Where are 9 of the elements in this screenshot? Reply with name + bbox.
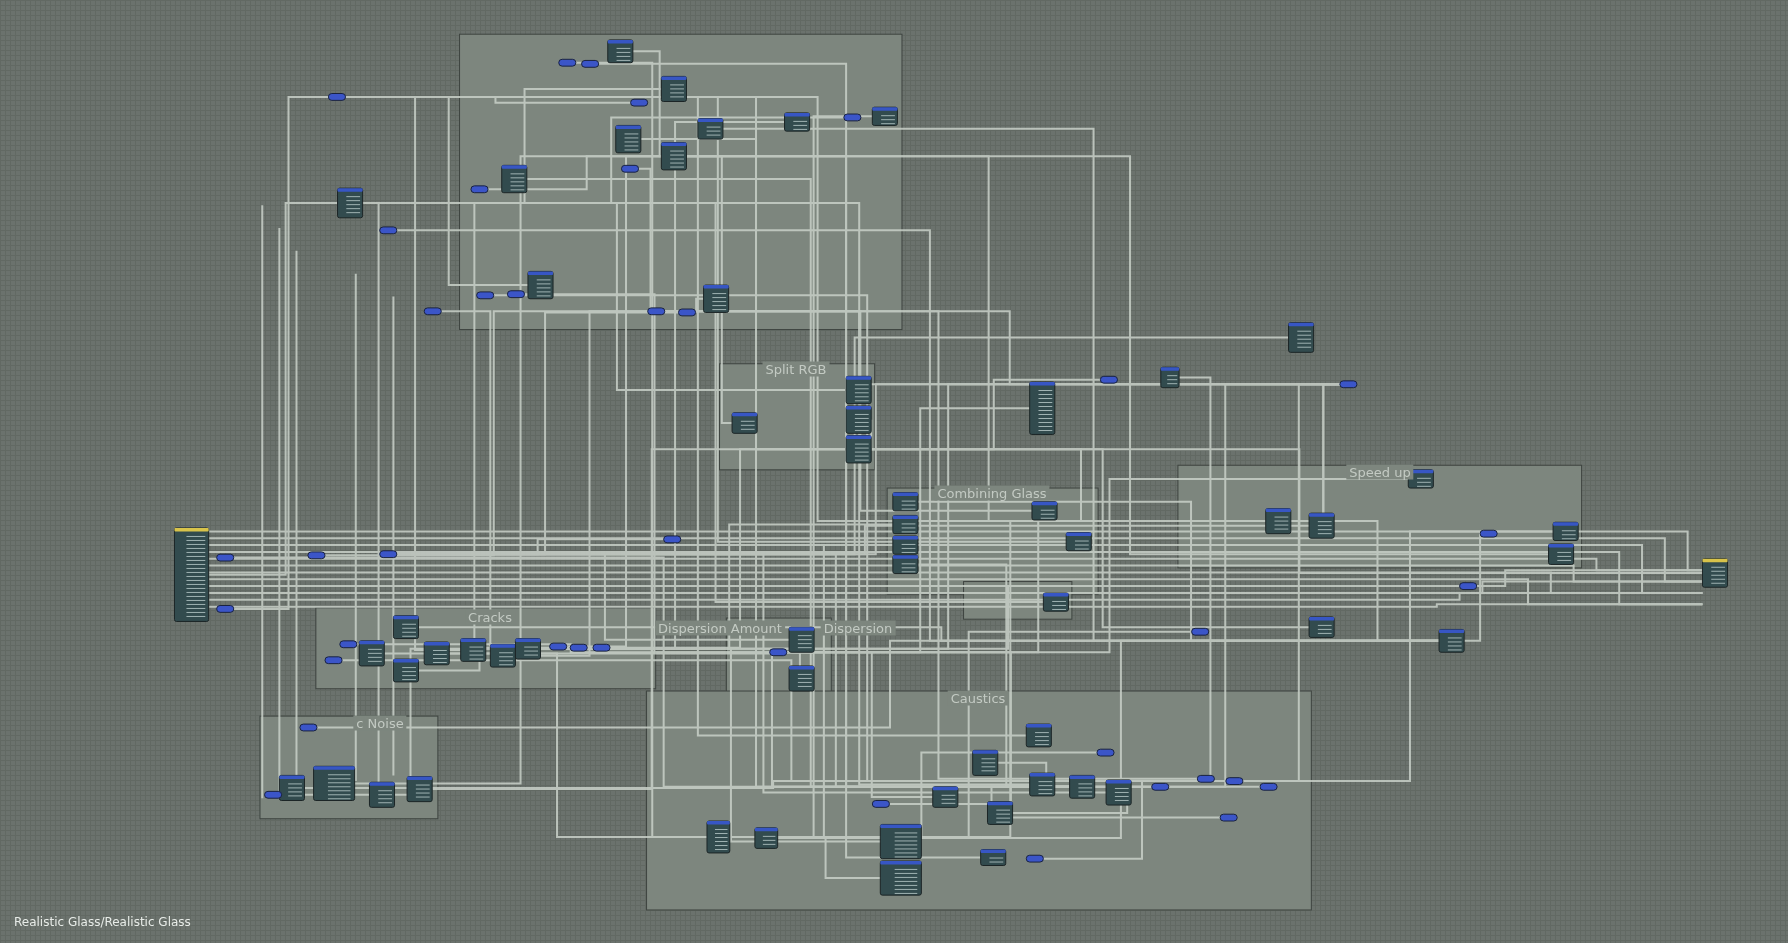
frame-label: Combining Glass [934, 485, 1050, 501]
frame-label: Speed up [1346, 464, 1414, 480]
breadcrumb-text: Realistic Glass/Realistic Glass [14, 914, 191, 931]
frame-label: c Noise [353, 715, 407, 731]
frame-label: Cracks [465, 609, 515, 625]
frame-label: Caustics [947, 690, 1009, 706]
frame-label: Dispersion Amount [655, 620, 785, 636]
frame-label: Dispersion [820, 620, 896, 636]
frame-label: Split RGB [762, 361, 830, 377]
